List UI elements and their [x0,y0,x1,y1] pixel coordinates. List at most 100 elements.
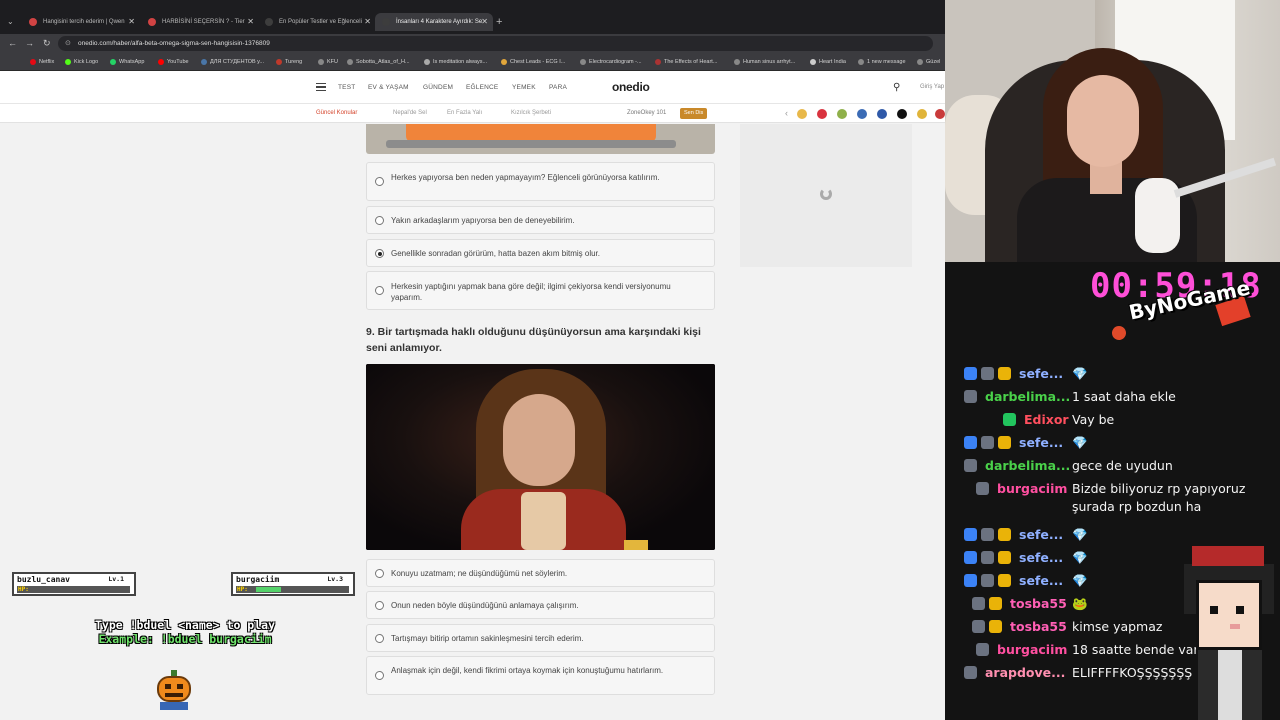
chat-username[interactable]: sefe... [1019,523,1063,546]
emoji-reaction-icon[interactable] [857,109,867,119]
emoji-reaction-icon[interactable] [837,109,847,119]
chat-username[interactable]: burgaciim [997,477,1067,500]
emoji-reaction-icon[interactable] [917,109,927,119]
bookmark-item[interactable]: ДЛЯ СТУДЕНТОВ у... [201,53,264,71]
answer-option[interactable]: Herkes yapıyorsa ben neden yapmayayım? E… [366,162,715,201]
chat-badge-icon [964,666,977,679]
trending-item[interactable]: Kızılcık Şerbeti [511,104,551,123]
bookmark-item[interactable]: Heart India [810,53,846,71]
nav-para[interactable]: PARA [549,71,567,104]
radio-button[interactable] [375,671,384,680]
chat-username[interactable]: tosba55 [1010,592,1067,615]
emoji-reaction-icon[interactable] [817,109,827,119]
answer-option[interactable]: Konuyu uzatmam; ne düşündüğümü net söyle… [366,559,715,587]
close-icon[interactable]: ✕ [364,13,371,31]
chevron-left-icon[interactable]: ‹ [785,104,788,123]
streamer-face-shape [1067,75,1139,167]
new-tab-icon[interactable]: + [496,13,502,31]
tab-title: En Popüler Testler ve Eğlenceli [279,19,362,25]
nav-yemek[interactable]: YEMEK [512,71,536,104]
bookmark-item[interactable]: Tureng [276,53,302,71]
image-face-shape [503,394,575,486]
close-icon[interactable]: ✕ [247,13,254,31]
emoji-reaction-icon[interactable] [897,109,907,119]
bookmark-item[interactable]: KFU [318,53,338,71]
answer-text: Anlaşmak için değil, kendi fikrimi ortay… [391,666,664,675]
radio-button-checked[interactable] [375,249,384,258]
nav-gundem[interactable]: GÜNDEM [423,71,453,104]
chat-username[interactable]: burgaciim [997,638,1067,661]
site-info-icon[interactable]: ⊙ [65,36,71,51]
close-icon[interactable]: ✕ [128,13,135,31]
bookmark-item[interactable]: Electrocardiogram -... [580,53,642,71]
bookmark-item[interactable]: The Effects of Heart... [655,53,717,71]
trending-item[interactable]: ZoneOkey 101 [627,104,666,123]
radio-button[interactable] [375,286,384,295]
chat-username[interactable]: sefe... [1019,546,1063,569]
url-input[interactable]: ⊙ onedio.com/haber/alfa-beta-omega-sigma-… [58,36,933,51]
chat-message: sefe... 💎 [960,523,1280,546]
nav-ev-yasam[interactable]: EV & YAŞAM [368,71,409,104]
chat-text: 💎 [1072,573,1088,588]
hamburger-menu-icon[interactable] [316,83,326,91]
emoji-reaction-icon[interactable] [935,109,945,119]
answer-option-selected[interactable]: Genellikle sonradan görürüm, hatta bazen… [366,239,715,267]
nav-eglence[interactable]: EĞLENCE [466,71,498,104]
search-icon[interactable]: ⚲ [893,71,900,104]
chat-username[interactable]: Edixor [1024,408,1069,431]
back-icon[interactable]: ← [8,34,17,53]
screen: ⌄ Hangisini tercih ederim | Qwen ✕ HARBİS… [0,0,1280,720]
bookmark-label: Güzel [926,59,941,65]
site-logo[interactable]: onedio [612,71,650,104]
bookmark-label: Netflix [39,59,55,65]
url-text: onedio.com/haber/alfa-beta-omega-sigma-s… [78,40,270,47]
emoji-reaction-icon[interactable] [797,109,807,119]
tab-2[interactable]: HARBİSİNİ SEÇERSİN ? - Tier ✕ [141,13,259,31]
reload-icon[interactable]: ↻ [43,34,51,53]
tab-search-icon[interactable]: ⌄ [7,13,14,31]
bookmark-item[interactable]: Güzel [917,53,940,71]
bookmark-item[interactable]: WhatsApp [110,53,144,71]
chat-username[interactable]: darbelima... [985,385,1070,408]
bookmark-item[interactable]: Human sinus arrhyt... [734,53,795,71]
forward-icon[interactable]: → [25,34,34,53]
chat-username[interactable]: sefe... [1019,431,1063,454]
radio-button[interactable] [375,177,384,186]
bookmark-item[interactable]: Sobotta_Atlas_of_H... [347,53,410,71]
answer-option[interactable]: Yakın arkadaşlarım yapıyorsa ben de dene… [366,206,715,234]
bookmark-item[interactable]: Is meditation always... [424,53,487,71]
answer-option[interactable]: Tartışmayı bitirip ortamın sakinleşmesin… [366,624,715,652]
chat-username[interactable]: darbelima... [985,454,1070,477]
bookmark-item[interactable]: Kick Logo [65,53,98,71]
radio-button[interactable] [375,601,384,610]
close-icon[interactable]: ✕ [481,13,488,31]
trending-item[interactable]: Nepal'de Sel [393,104,427,123]
tab-1[interactable]: Hangisini tercih ederim | Qwen ✕ [22,13,140,31]
radio-button[interactable] [375,569,384,578]
chat-text: 💎 [1072,435,1088,450]
trending-badge[interactable]: Sen Dis [680,108,708,119]
radio-button[interactable] [375,634,384,643]
tab-3[interactable]: En Popüler Testler ve Eğlenceli ✕ [258,13,376,31]
pumpkin-icon [155,668,193,710]
answer-option[interactable]: Onun neden böyle düşündüğünü anlamaya ça… [366,591,715,619]
nav-test[interactable]: TEST [338,71,355,104]
bookmark-item[interactable]: Chest Leads - ECG I... [501,53,565,71]
chat-username[interactable]: tosba55 [1010,615,1067,638]
answer-option[interactable]: Herkesin yaptığını yapmak bana göre deği… [366,271,715,310]
login-link[interactable]: Giriş Yap [920,71,944,104]
question-8-image [366,124,715,154]
bookmark-item[interactable]: YouTube [158,53,189,71]
radio-button[interactable] [375,216,384,225]
emoji-reaction-icon[interactable] [877,109,887,119]
chat-badge-icon [998,436,1011,449]
answer-option[interactable]: Anlaşmak için değil, kendi fikrimi ortay… [366,656,715,695]
trending-item[interactable]: En Fazla Yalı [447,104,482,123]
chat-username[interactable]: arapdove... [985,661,1065,684]
bookmark-item[interactable]: 1 new message [858,53,906,71]
bookmark-item[interactable]: Netflix [30,53,54,71]
chat-username[interactable]: sefe... [1019,362,1063,385]
tab-4-active[interactable]: İnsanları 4 Karaktere Ayırdık: Se ✕ [375,13,493,31]
bookmark-label: Sobotta_Atlas_of_H... [356,59,410,65]
chat-username[interactable]: sefe... [1019,569,1063,592]
